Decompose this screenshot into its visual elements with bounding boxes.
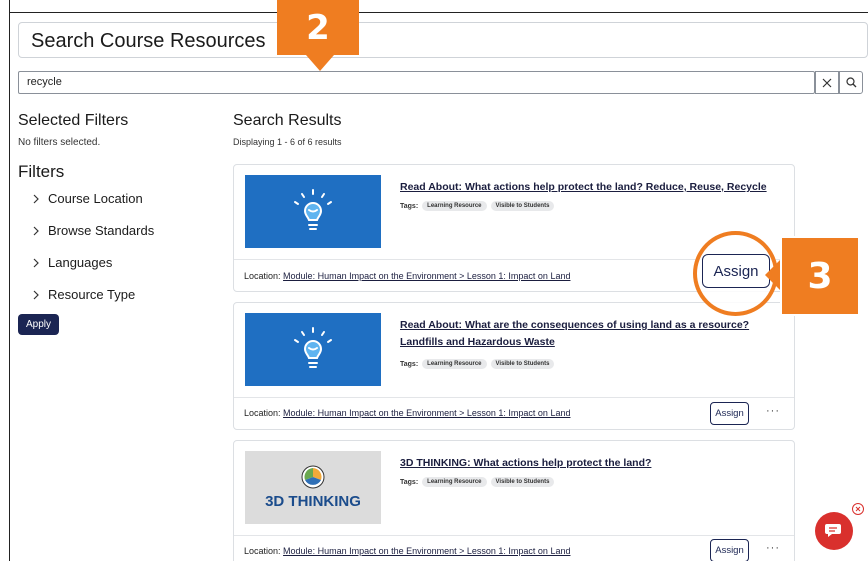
filters-heading: Filters xyxy=(18,162,65,181)
apply-button[interactable]: Apply xyxy=(18,314,59,335)
location-link[interactable]: Module: Human Impact on the Environment … xyxy=(283,408,570,418)
no-filters-text: No filters selected. xyxy=(18,137,101,148)
result-tags: Tags: Learning Resource Visible to Stude… xyxy=(400,201,555,211)
location-link[interactable]: Module: Human Impact on the Environment … xyxy=(283,546,570,556)
result-thumbnail[interactable]: 3D THINKING xyxy=(245,451,381,524)
result-tags: Tags: Learning Resource Visible to Stude… xyxy=(400,359,555,369)
page-title: Search Course Resources xyxy=(31,30,266,52)
frame-border-left xyxy=(9,0,10,561)
location-link[interactable]: Module: Human Impact on the Environment … xyxy=(283,271,570,281)
lightbulb-icon xyxy=(294,188,332,230)
assign-button[interactable]: Assign xyxy=(702,254,770,288)
filter-course-location[interactable]: Course Location xyxy=(30,191,143,206)
tag-badge: Visible to Students xyxy=(490,359,555,369)
chevron-right-icon xyxy=(30,193,42,205)
step-2-callout: 2 xyxy=(277,0,359,55)
result-title-link[interactable]: Read About: What actions help protect th… xyxy=(400,179,780,196)
tag-badge: Visible to Students xyxy=(490,201,555,211)
tags-label: Tags: xyxy=(400,478,419,486)
location-prefix: Location: xyxy=(244,546,281,556)
result-card: Read About: What are the consequences of… xyxy=(233,302,795,430)
frame-border-top xyxy=(9,12,868,13)
close-icon xyxy=(855,506,861,512)
location-prefix: Location: xyxy=(244,271,281,281)
page-title-bar: Search Course Resources xyxy=(18,22,868,58)
card-divider xyxy=(234,397,794,398)
card-divider xyxy=(234,535,794,536)
tag-badge: Learning Resource xyxy=(422,201,487,211)
result-thumbnail[interactable] xyxy=(245,313,381,386)
result-location: Location: Module: Human Impact on the En… xyxy=(244,408,570,418)
search-row: recycle xyxy=(18,71,868,94)
3d-thinking-logo-icon xyxy=(301,465,325,489)
location-prefix: Location: xyxy=(244,408,281,418)
result-title-link[interactable]: Read About: What are the consequences of… xyxy=(400,317,780,351)
search-icon xyxy=(845,77,856,88)
tags-label: Tags: xyxy=(400,360,419,368)
filter-browse-standards[interactable]: Browse Standards xyxy=(30,223,154,238)
step-3-callout-pointer xyxy=(765,259,781,291)
more-options-button[interactable]: ··· xyxy=(766,542,780,554)
close-icon xyxy=(822,78,832,87)
search-input[interactable]: recycle xyxy=(18,71,815,94)
filter-label: Course Location xyxy=(48,191,143,206)
tag-badge: Visible to Students xyxy=(490,477,555,487)
result-card: 3D THINKING 3D THINKING: What actions he… xyxy=(233,440,795,561)
chevron-right-icon xyxy=(30,225,42,237)
results-count: Displaying 1 - 6 of 6 results xyxy=(233,137,342,147)
chevron-right-icon xyxy=(30,257,42,269)
search-results-heading: Search Results xyxy=(233,112,342,129)
step-2-callout-pointer xyxy=(306,55,334,71)
selected-filters-heading: Selected Filters xyxy=(18,112,129,129)
more-options-button[interactable]: ··· xyxy=(766,405,780,417)
tag-badge: Learning Resource xyxy=(422,477,487,487)
filter-label: Resource Type xyxy=(48,287,136,302)
result-location: Location: Module: Human Impact on the En… xyxy=(244,546,570,556)
3d-thinking-thumb-text: 3D THINKING xyxy=(265,493,361,510)
chat-button[interactable] xyxy=(815,512,853,550)
clear-search-button[interactable] xyxy=(815,71,839,94)
filter-languages[interactable]: Languages xyxy=(30,255,112,270)
filter-resource-type[interactable]: Resource Type xyxy=(30,287,135,302)
result-tags: Tags: Learning Resource Visible to Stude… xyxy=(400,477,555,487)
step-3-callout: 3 xyxy=(780,236,860,316)
result-thumbnail[interactable] xyxy=(245,175,381,248)
assign-button[interactable]: Assign xyxy=(710,402,749,425)
filter-label: Languages xyxy=(48,255,113,270)
chevron-right-icon xyxy=(30,289,42,301)
result-title-link[interactable]: 3D THINKING: What actions help protect t… xyxy=(400,455,780,472)
chat-close-button[interactable] xyxy=(852,503,864,515)
assign-button[interactable]: Assign xyxy=(710,539,749,561)
chat-icon xyxy=(825,524,841,537)
filter-label: Browse Standards xyxy=(48,223,155,238)
tag-badge: Learning Resource xyxy=(422,359,487,369)
search-button[interactable] xyxy=(839,71,863,94)
tags-label: Tags: xyxy=(400,202,419,210)
result-location: Location: Module: Human Impact on the En… xyxy=(244,271,570,281)
lightbulb-icon xyxy=(294,326,332,368)
